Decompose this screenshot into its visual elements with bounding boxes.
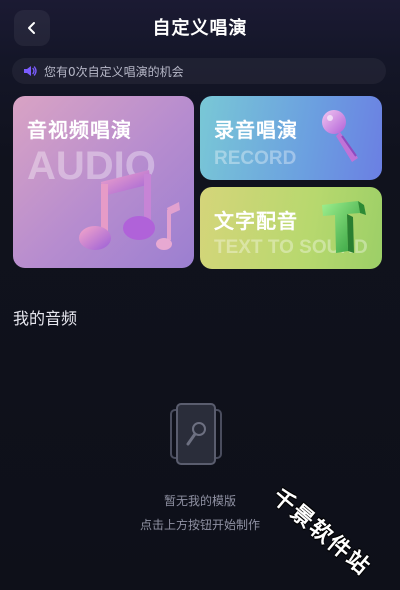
notice-bar: 您有0次自定义唱演的机会 <box>12 58 386 84</box>
header: 自定义唱演 <box>0 0 400 56</box>
notice-text: 您有0次自定义唱演的机会 <box>44 64 184 79</box>
text-card-title: 文字配音 <box>214 209 298 233</box>
template-mic-icon <box>170 403 222 465</box>
audio-card-title: 音视频唱演 <box>27 118 132 142</box>
my-audio-section-title: 我的音频 <box>13 309 78 328</box>
record-card-subtitle: RECORD <box>214 148 297 169</box>
music-notes-icon <box>79 170 180 250</box>
page-title: 自定义唱演 <box>152 18 248 39</box>
letter-t-icon <box>322 201 366 253</box>
text-to-sound-card[interactable]: 文字配音 TEXT TO SOUND <box>200 187 382 269</box>
empty-state-title: 暂无我的模版 <box>163 494 236 508</box>
microphone-icon <box>322 110 358 162</box>
speaker-icon <box>22 63 38 79</box>
record-card-title: 录音唱演 <box>214 118 298 142</box>
record-card[interactable]: 录音唱演 RECORD <box>200 96 382 180</box>
audio-video-card[interactable]: 音视频唱演 AUDIO <box>13 96 194 268</box>
